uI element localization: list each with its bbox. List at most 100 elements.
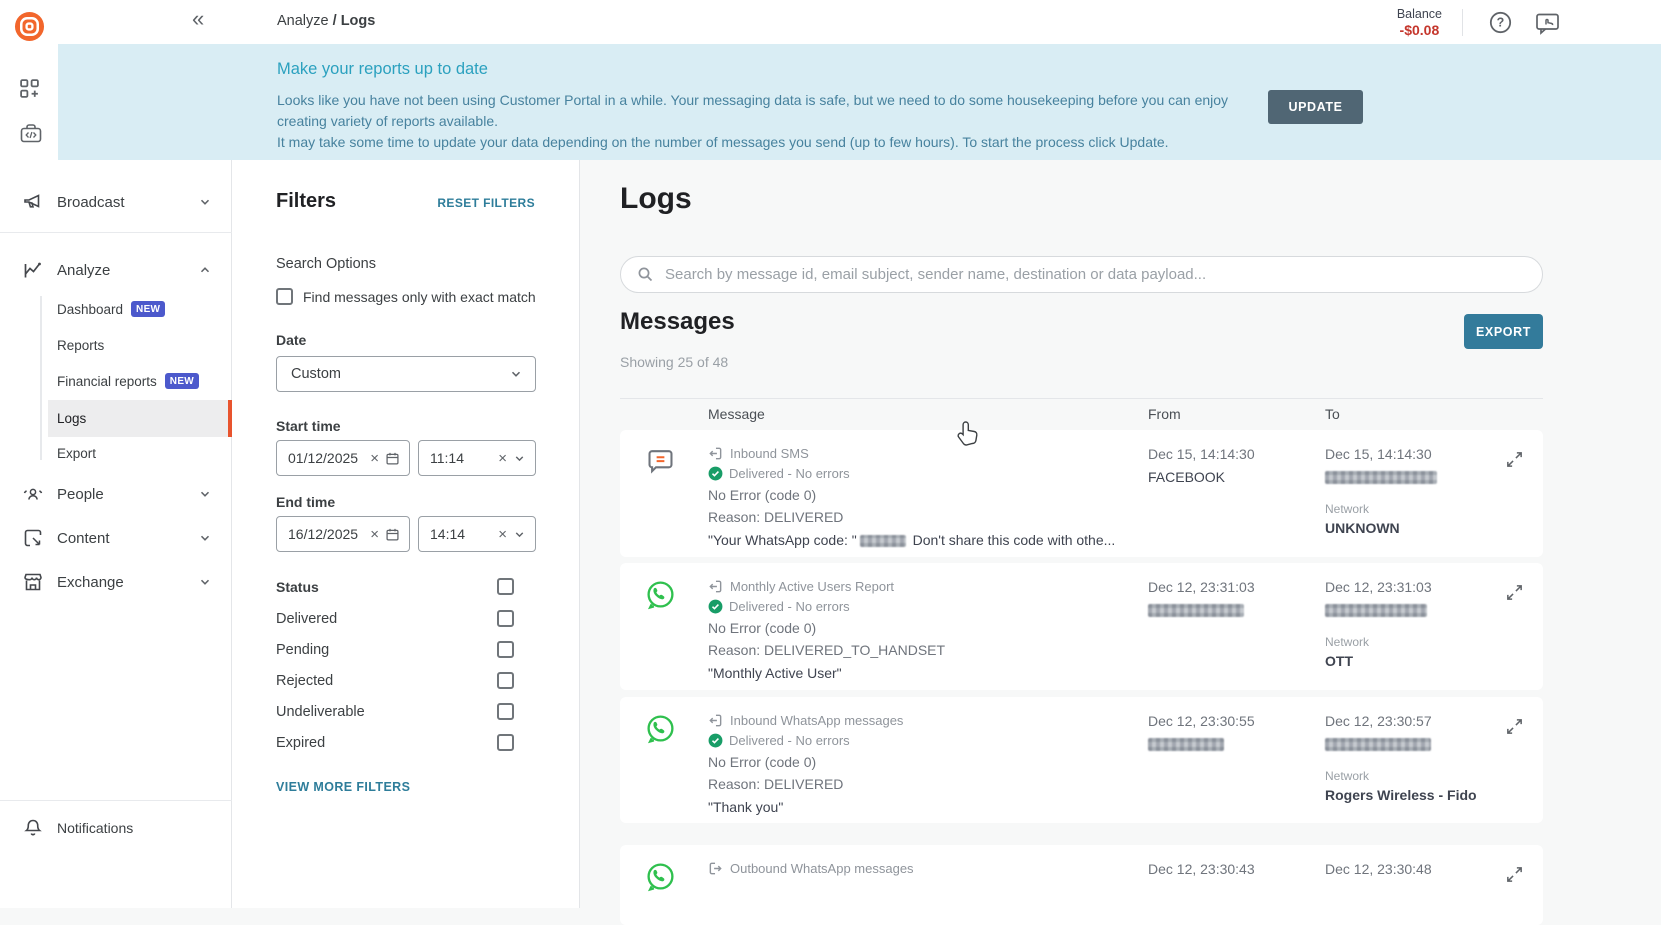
message-type: Inbound SMS	[730, 446, 809, 461]
developer-toolbox-icon[interactable]	[19, 122, 43, 144]
sidebar-label-reports: Reports	[57, 338, 104, 353]
redacted-destination	[1325, 604, 1427, 617]
table-header: Message From To	[620, 406, 1543, 422]
message-type: Inbound WhatsApp messages	[730, 713, 903, 728]
reset-filters-link[interactable]: RESET FILTERS	[437, 196, 535, 210]
status-checkbox-rejected[interactable]	[497, 672, 514, 689]
status-label: Status	[276, 579, 319, 595]
start-time-input[interactable]: 11:14 ×	[418, 440, 536, 476]
status-checkbox-undeliverable[interactable]	[497, 703, 514, 720]
search-input[interactable]	[663, 265, 1526, 284]
message-type: Monthly Active Users Report	[730, 579, 894, 594]
apps-grid-icon[interactable]	[19, 78, 40, 99]
network-label: Network	[1325, 502, 1505, 516]
message-list: Inbound SMS Delivered - No errors No Err…	[620, 430, 1543, 925]
column-to: To	[1325, 406, 1505, 422]
redacted-sender	[1148, 604, 1244, 617]
sidebar-label-notifications: Notifications	[57, 820, 133, 836]
message-row[interactable]: Inbound SMS Delivered - No errors No Err…	[620, 430, 1543, 557]
clear-icon[interactable]: ×	[370, 451, 379, 466]
chevron-down-icon[interactable]	[513, 528, 526, 541]
start-time-value: 11:14	[430, 450, 498, 466]
expand-row-icon[interactable]	[1505, 583, 1525, 690]
main-content: Logs Messages EXPORT Showing 25 of 48 Me…	[580, 160, 1661, 908]
status-checkbox-delivered[interactable]	[497, 610, 514, 627]
view-more-filters-link[interactable]: VIEW MORE FILTERS	[276, 780, 410, 794]
redacted-destination	[1325, 471, 1437, 484]
message-details-cell: Monthly Active Users Report Delivered - …	[708, 579, 1148, 690]
delivered-check-icon	[708, 466, 723, 481]
sidebar-nav: Broadcast Analyze Dashboard NEW Reports …	[0, 160, 232, 908]
calendar-icon[interactable]	[385, 451, 400, 466]
clear-icon[interactable]: ×	[370, 527, 379, 542]
storefront-icon	[22, 571, 44, 593]
selected-item-accent-bar	[228, 400, 232, 437]
breadcrumb-parent[interactable]: Analyze	[277, 13, 329, 29]
update-button[interactable]: UPDATE	[1268, 90, 1363, 124]
whatsapp-channel-icon	[645, 861, 676, 892]
chevron-down-icon	[198, 195, 212, 209]
start-date-input[interactable]: 01/12/2025 ×	[276, 440, 410, 476]
status-header-row: Status	[276, 578, 514, 595]
status-option-label: Expired	[276, 735, 325, 751]
sidebar-item-financial-reports[interactable]: Financial reports NEW	[57, 370, 199, 392]
clear-icon[interactable]: ×	[498, 527, 507, 542]
message-reason: Reason: DELIVERED	[708, 776, 1148, 792]
sidebar-item-notifications[interactable]: Notifications	[0, 812, 232, 844]
sidebar-item-content[interactable]: Content	[0, 522, 232, 554]
status-row-pending: Pending	[276, 641, 514, 658]
line-chart-icon	[22, 259, 44, 281]
balance-widget[interactable]: Balance -$0.08	[1397, 6, 1442, 38]
help-icon[interactable]: ?	[1488, 10, 1513, 35]
redacted-destination	[1325, 738, 1431, 751]
exact-match-checkbox[interactable]	[276, 288, 293, 305]
network-label: Network	[1325, 635, 1505, 649]
status-checkbox-pending[interactable]	[497, 641, 514, 658]
clear-icon[interactable]: ×	[498, 451, 507, 466]
delivered-check-icon	[708, 599, 723, 614]
sidebar-collapse-icon[interactable]: «	[192, 6, 204, 32]
brand-logo-icon[interactable]	[14, 11, 45, 42]
chevron-down-icon	[509, 367, 523, 381]
expand-row-icon[interactable]	[1505, 717, 1525, 823]
sidebar-item-export[interactable]: Export	[57, 442, 96, 464]
expand-row-icon[interactable]	[1505, 450, 1525, 557]
message-row[interactable]: Outbound WhatsApp messages Dec 12, 23:30…	[620, 845, 1543, 925]
sidebar-item-reports[interactable]: Reports	[57, 334, 104, 356]
balance-value: -$0.08	[1397, 22, 1442, 38]
sidebar-divider	[0, 232, 232, 233]
chevron-down-icon[interactable]	[513, 452, 526, 465]
sidebar-item-analyze[interactable]: Analyze	[0, 254, 232, 286]
new-badge: NEW	[165, 373, 199, 389]
sidebar-item-dashboard[interactable]: Dashboard NEW	[57, 298, 165, 320]
messages-section-title: Messages	[620, 308, 735, 336]
network-name: OTT	[1325, 653, 1505, 669]
redacted-sender	[1148, 738, 1224, 751]
status-select-all-checkbox[interactable]	[497, 578, 514, 595]
message-row[interactable]: Monthly Active Users Report Delivered - …	[620, 563, 1543, 690]
feedback-chat-icon[interactable]	[1534, 11, 1561, 35]
end-date-input[interactable]: 16/12/2025 ×	[276, 516, 410, 552]
message-row[interactable]: Inbound WhatsApp messages Delivered - No…	[620, 697, 1543, 823]
sidebar-item-exchange[interactable]: Exchange	[0, 566, 232, 598]
expand-row-icon[interactable]	[1505, 865, 1525, 925]
exact-match-label: Find messages only with exact match	[303, 289, 536, 305]
sidebar-item-people[interactable]: People	[0, 478, 232, 510]
status-checkbox-expired[interactable]	[497, 734, 514, 751]
breadcrumb: Analyze / Logs	[277, 13, 375, 29]
sidebar-item-broadcast[interactable]: Broadcast	[0, 186, 232, 218]
network-name: UNKNOWN	[1325, 520, 1505, 536]
export-button[interactable]: EXPORT	[1464, 314, 1543, 349]
icon-rail	[0, 44, 58, 160]
from-sender: FACEBOOK	[1148, 469, 1325, 485]
to-cell: Dec 12, 23:31:03 Network OTT	[1325, 579, 1505, 690]
calendar-icon[interactable]	[385, 527, 400, 542]
to-cell: Dec 15, 14:14:30 Network UNKNOWN	[1325, 446, 1505, 557]
sidebar-label-people: People	[57, 486, 104, 503]
channel-cell	[645, 446, 708, 557]
end-time-input[interactable]: 14:14 ×	[418, 516, 536, 552]
chevron-down-icon	[198, 531, 212, 545]
sidebar-item-logs-selected[interactable]: Logs	[48, 400, 232, 437]
content-frame-icon	[22, 527, 44, 549]
date-range-select[interactable]: Custom	[276, 356, 536, 392]
